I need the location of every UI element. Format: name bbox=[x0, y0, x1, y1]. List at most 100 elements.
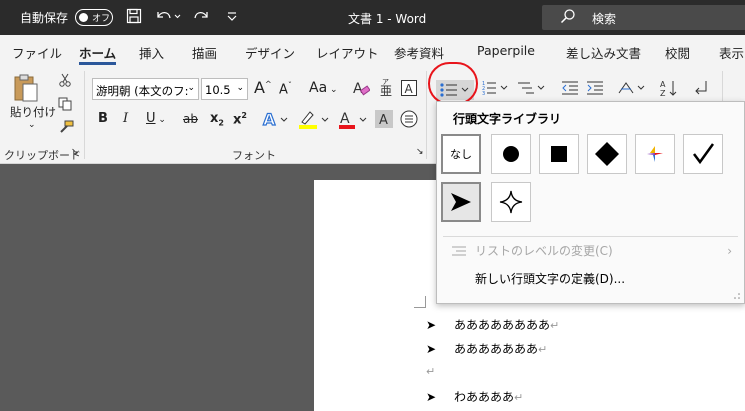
arrow-bullet-icon: ➤ bbox=[426, 342, 437, 356]
format-painter-icon[interactable] bbox=[58, 120, 74, 136]
change-case-glyph: Aa bbox=[309, 80, 328, 96]
tab-paperpile[interactable]: Paperpile bbox=[477, 43, 535, 58]
shrink-font-button[interactable]: Aˇ bbox=[279, 82, 292, 97]
active-tab-underline bbox=[79, 62, 117, 65]
character-shading-icon[interactable]: A bbox=[375, 110, 393, 130]
paste-button[interactable]: 貼り付け ⌄ bbox=[10, 73, 56, 130]
font-color-icon[interactable]: A bbox=[338, 110, 368, 132]
paste-label: 貼り付け bbox=[10, 105, 56, 119]
italic-button[interactable]: I bbox=[123, 112, 128, 125]
list-item-text: ああああああああ bbox=[454, 318, 551, 332]
save-icon[interactable] bbox=[126, 8, 142, 28]
svg-text:A: A bbox=[340, 111, 350, 127]
paragraph-mark: ↵ bbox=[550, 319, 560, 332]
enclosed-characters-icon[interactable] bbox=[400, 110, 418, 130]
change-case-button[interactable]: Aa ⌄ bbox=[309, 81, 338, 95]
tab-home[interactable]: ホーム bbox=[79, 43, 117, 65]
autosave-label: 自動保存 bbox=[20, 11, 69, 25]
tab-mailings[interactable]: 差し込み文書 bbox=[566, 43, 641, 62]
change-list-level-label: リストのレベルの変更(C) bbox=[475, 244, 613, 258]
undo-icon[interactable] bbox=[155, 8, 181, 28]
four-point-star-icon bbox=[499, 190, 523, 214]
font-name-combo[interactable]: 游明朝 (本文のフ: ⌄ bbox=[92, 78, 199, 100]
filled-diamond-icon bbox=[595, 142, 619, 166]
tab-label: 校閲 bbox=[665, 46, 691, 61]
tab-design[interactable]: デザイン bbox=[245, 43, 295, 62]
phonetic-guide-icon[interactable]: ア亜 bbox=[378, 77, 394, 99]
customize-qat-icon[interactable] bbox=[226, 8, 238, 28]
svg-text:A: A bbox=[263, 110, 276, 128]
bullet-option-none[interactable]: なし bbox=[441, 134, 481, 174]
bullet-option-checkmark[interactable] bbox=[683, 134, 723, 174]
text-effects-icon[interactable]: A bbox=[262, 109, 290, 130]
empty-paragraph[interactable]: ↵ bbox=[426, 364, 435, 378]
tab-draw[interactable]: 描画 bbox=[192, 43, 217, 62]
tab-review[interactable]: 校閲 bbox=[665, 43, 690, 62]
clear-formatting-icon[interactable]: A bbox=[352, 79, 371, 99]
autosave-toggle[interactable]: オフ bbox=[75, 9, 113, 26]
underline-button[interactable]: U ⌄ bbox=[146, 112, 166, 125]
decrease-indent-icon[interactable] bbox=[561, 80, 579, 98]
tab-label: ホーム bbox=[79, 46, 117, 61]
tab-layout[interactable]: レイアウト bbox=[316, 43, 379, 62]
resize-grip-icon[interactable] bbox=[733, 292, 741, 300]
colorful-star-icon bbox=[647, 146, 663, 162]
bullet-option-filled-diamond[interactable] bbox=[587, 134, 627, 174]
tab-label: デザイン bbox=[245, 46, 296, 61]
redo-icon[interactable] bbox=[194, 8, 210, 28]
superscript-button[interactable]: x2 bbox=[233, 112, 247, 127]
tab-references[interactable]: 参考資料 bbox=[394, 43, 444, 62]
arrow-bullet-icon: ➤ bbox=[426, 318, 437, 332]
toggle-knob bbox=[79, 13, 88, 22]
search-box[interactable]: 検索 bbox=[542, 5, 745, 30]
grow-font-button[interactable]: A^ bbox=[254, 80, 272, 96]
cut-icon[interactable] bbox=[58, 73, 72, 89]
bullet-option-filled-square[interactable] bbox=[539, 134, 579, 174]
search-placeholder: 検索 bbox=[592, 12, 617, 26]
svg-text:A: A bbox=[353, 81, 363, 97]
sort-icon[interactable]: AZ bbox=[660, 79, 678, 99]
show-formatting-marks-icon[interactable] bbox=[693, 79, 709, 99]
font-launcher-icon[interactable]: ↘ bbox=[416, 148, 424, 157]
asian-layout-icon[interactable] bbox=[617, 80, 647, 98]
list-item[interactable]: ➤ ああああああああ↵ bbox=[426, 316, 559, 333]
bullet-library-header: 行頭文字ライブラリ bbox=[453, 112, 562, 126]
highlight-annotation-circle bbox=[428, 62, 478, 105]
paragraph-mark: ↵ bbox=[426, 365, 436, 378]
bullet-option-arrowhead[interactable] bbox=[441, 182, 481, 222]
list-level-icon bbox=[452, 246, 466, 256]
bold-button[interactable]: B bbox=[98, 112, 108, 125]
subscript-button[interactable]: x2 bbox=[210, 112, 224, 128]
list-item-text: わああああ bbox=[454, 390, 515, 404]
tab-file[interactable]: ファイル bbox=[12, 43, 62, 62]
clipboard-launcher-icon[interactable]: ↘ bbox=[71, 148, 79, 157]
bullet-option-colorful-star[interactable] bbox=[635, 134, 675, 174]
tab-label: レイアウト bbox=[316, 46, 379, 61]
list-item[interactable]: ➤ あああああああ↵ bbox=[426, 340, 547, 357]
define-new-bullet-menu-item[interactable]: 新しい行頭文字の定義(D)... bbox=[449, 268, 732, 290]
increase-indent-icon[interactable] bbox=[586, 80, 604, 98]
numbering-icon[interactable]: 123 bbox=[482, 80, 510, 98]
font-size-value: 10.5 bbox=[205, 83, 231, 97]
bullet-none-label: なし bbox=[450, 148, 472, 161]
chevron-down-icon: ⌄ bbox=[236, 83, 244, 93]
highlight-color-icon[interactable] bbox=[298, 110, 330, 132]
tab-label: 描画 bbox=[192, 46, 218, 61]
paragraph-mark: ↵ bbox=[514, 391, 524, 404]
tab-insert[interactable]: 挿入 bbox=[139, 43, 164, 62]
arrowhead-icon bbox=[451, 193, 471, 211]
bullet-option-filled-circle[interactable] bbox=[491, 134, 531, 174]
list-item[interactable]: ➤ わああああ↵ bbox=[426, 388, 523, 405]
paragraph-mark: ↵ bbox=[538, 343, 548, 356]
tab-label: ファイル bbox=[12, 46, 63, 61]
bullet-option-four-point-star[interactable] bbox=[491, 182, 531, 222]
tab-label: 差し込み文書 bbox=[566, 46, 642, 61]
tab-view[interactable]: 表示 bbox=[719, 43, 744, 62]
enclose-characters-icon[interactable]: A bbox=[400, 79, 418, 99]
change-list-level-menu-item[interactable]: リストのレベルの変更(C) › bbox=[449, 240, 732, 262]
strikethrough-button[interactable]: ab bbox=[183, 113, 198, 125]
multilevel-list-icon[interactable] bbox=[516, 80, 546, 98]
font-size-combo[interactable]: 10.5 ⌄ bbox=[201, 78, 248, 100]
copy-icon[interactable] bbox=[58, 97, 72, 113]
bullet-library-dropdown: 行頭文字ライブラリ なし リストのレベルの変更(C) › 新しい行頭文字の定義(… bbox=[436, 101, 745, 304]
